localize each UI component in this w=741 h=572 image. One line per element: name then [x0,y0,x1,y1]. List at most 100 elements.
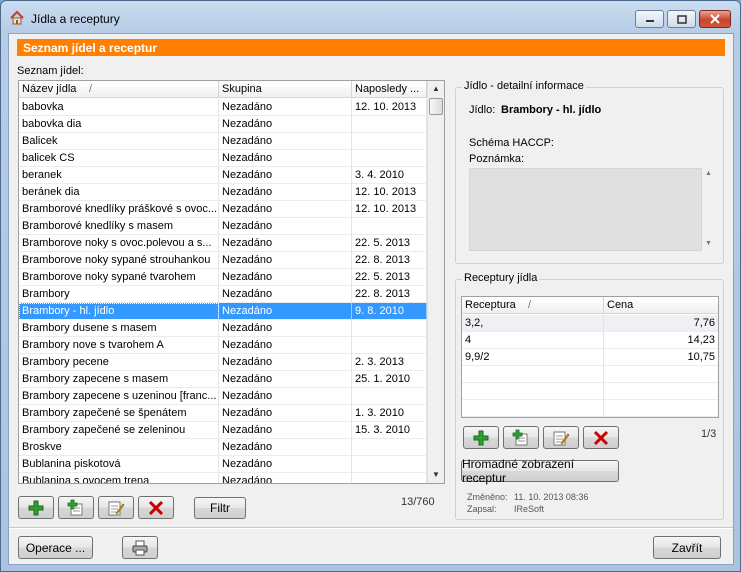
food-last-cell [352,439,427,456]
food-name-cell: Broskve [19,439,219,456]
food-name-cell: Bramborove noky sypané tvarohem [19,269,219,286]
empty-row[interactable] [462,400,718,417]
recipes-grid[interactable]: Receptura / Cena 3,2, 7,76 4 14,23 9,9/2 10,7… [461,296,719,418]
table-row[interactable]: Balicek Nezadáno [19,133,427,150]
add-copy-food-button[interactable] [58,496,94,519]
maximize-button[interactable] [667,10,696,28]
food-name-cell: beranek [19,167,219,184]
table-row[interactable]: 3,2, 7,76 [462,315,718,332]
table-row[interactable]: babovka Nezadáno 12. 10. 2013 [19,99,427,116]
table-row[interactable]: Brambory zapecene s uzeninou [franc... Ne… [19,388,427,405]
section-header: Seznam jídel a receptur [17,39,725,56]
scroll-thumb[interactable] [429,98,443,115]
title-bar[interactable]: Jídla a receptury [1,1,740,33]
bulk-recipes-button[interactable]: Hromadné zobrazení receptur [461,457,619,485]
food-last-cell [352,473,427,483]
recipe-name-cell [462,366,604,383]
add-copy-recipe-button[interactable] [503,426,539,449]
table-row[interactable]: balicek CS Nezadáno [19,150,427,167]
food-name-cell: babovka dia [19,116,219,133]
food-group-cell: Nezadáno [219,439,352,456]
table-row[interactable]: beranek Nezadáno 3. 4. 2010 [19,167,427,184]
food-last-cell [352,456,427,473]
table-row[interactable]: Brambory zapecene s masem Nezadáno 25. 1. … [19,371,427,388]
food-group-cell: Nezadáno [219,405,352,422]
table-row[interactable]: Brambory pecene Nezadáno 2. 3. 2013 [19,354,427,371]
table-row[interactable]: beránek dia Nezadáno 12. 10. 2013 [19,184,427,201]
edit-icon [553,431,570,445]
col-header-name[interactable]: Název jídla / [19,81,219,98]
delete-recipe-button[interactable] [583,426,619,449]
food-name-cell: Brambory zapečené se špenátem [19,405,219,422]
edit-food-button[interactable] [98,496,134,519]
table-row[interactable]: Brambory zapečené se špenátem Nezadáno 1. … [19,405,427,422]
table-row[interactable]: Broskve Nezadáno [19,439,427,456]
col-header-recipe[interactable]: Receptura / [462,297,604,314]
note-textarea[interactable] [469,168,702,251]
scroll-down-arrow[interactable]: ▼ [428,467,444,483]
table-row[interactable]: Bramborové knedlíky s masem Nezadáno [19,218,427,235]
food-list-grid[interactable]: Název jídla / Skupina Naposledy ... babo… [18,80,445,484]
maximize-icon [676,14,687,24]
minimize-icon [645,20,654,22]
operations-button[interactable]: Operace ... [18,536,93,559]
add-food-button[interactable] [18,496,54,519]
food-group-cell: Nezadáno [219,167,352,184]
food-name-cell: Brambory zapečené se zeleninou [19,422,219,439]
author-label: Zapsal: [467,504,497,514]
food-last-cell: 22. 5. 2013 [352,235,427,252]
table-row[interactable]: Brambory zapečené se zeleninou Nezadáno 15… [19,422,427,439]
table-row[interactable]: Bramborove noky s ovoc.polevou a s... Nez… [19,235,427,252]
food-last-cell [352,320,427,337]
print-button[interactable] [122,536,158,559]
food-group-cell: Nezadáno [219,286,352,303]
table-row[interactable]: Bramborové knedlíky práškové s ovoc... Ne… [19,201,427,218]
close-window-button[interactable] [699,10,731,28]
food-group-cell: Nezadáno [219,337,352,354]
food-name-cell: Bramborové knedlíky s masem [19,218,219,235]
food-group-cell: Nezadáno [219,303,352,320]
filter-button[interactable]: Filtr [194,497,246,519]
table-row[interactable]: Brambory - hl. jídlo Nezadáno 9. 8. 2010 [19,303,427,320]
table-row[interactable]: Bublanina piskotová Nezadáno [19,456,427,473]
food-last-cell: 22. 8. 2013 [352,286,427,303]
food-name-cell: Bublanina s ovocem trena [19,473,219,483]
app-window: Jídla a receptury Seznam jídel a receptu… [0,0,741,572]
col-header-price[interactable]: Cena [604,297,718,314]
add-recipe-button[interactable] [463,426,499,449]
food-group-cell: Nezadáno [219,371,352,388]
table-row[interactable]: 9,9/2 10,75 [462,349,718,366]
table-row[interactable]: babovka dia Nezadáno [19,116,427,133]
empty-row[interactable] [462,383,718,400]
recipe-price-cell [604,383,718,400]
close-button[interactable]: Zavřít [653,536,721,559]
food-last-cell: 2. 3. 2013 [352,354,427,371]
table-row[interactable]: Brambory nove s tvarohem A Nezadáno [19,337,427,354]
col-header-group[interactable]: Skupina [219,81,352,98]
food-group-cell: Nezadáno [219,252,352,269]
food-name-cell: babovka [19,99,219,116]
note-scroll-down-arrow[interactable]: ▼ [705,240,712,247]
food-name-cell: Brambory dusene s masem [19,320,219,337]
note-scroll-up-arrow[interactable]: ▲ [705,170,712,177]
table-row[interactable]: Brambory Nezadáno 22. 8. 2013 [19,286,427,303]
table-row[interactable]: 4 14,23 [462,332,718,349]
food-name-cell: Brambory pecene [19,354,219,371]
edit-recipe-button[interactable] [543,426,579,449]
scroll-up-arrow[interactable]: ▲ [428,81,444,97]
food-last-cell: 22. 5. 2013 [352,269,427,286]
minimize-button[interactable] [635,10,664,28]
empty-row[interactable] [462,366,718,383]
food-list-scrollbar[interactable]: ▲ ▼ [427,81,444,483]
table-row[interactable]: Bramborove noky sypané strouhankou Nezadá… [19,252,427,269]
table-row[interactable]: Bramborove noky sypané tvarohem Nezadáno 2… [19,269,427,286]
table-row[interactable]: Brambory dusene s masem Nezadáno [19,320,427,337]
food-group-cell: Nezadáno [219,269,352,286]
food-group-cell: Nezadáno [219,133,352,150]
food-group-cell: Nezadáno [219,456,352,473]
changed-label: Změněno: [467,492,508,502]
table-row[interactable]: Bublanina s ovocem trena Nezadáno [19,473,427,483]
col-header-last[interactable]: Naposledy ... [352,81,427,98]
food-last-cell: 22. 8. 2013 [352,252,427,269]
delete-food-button[interactable] [138,496,174,519]
